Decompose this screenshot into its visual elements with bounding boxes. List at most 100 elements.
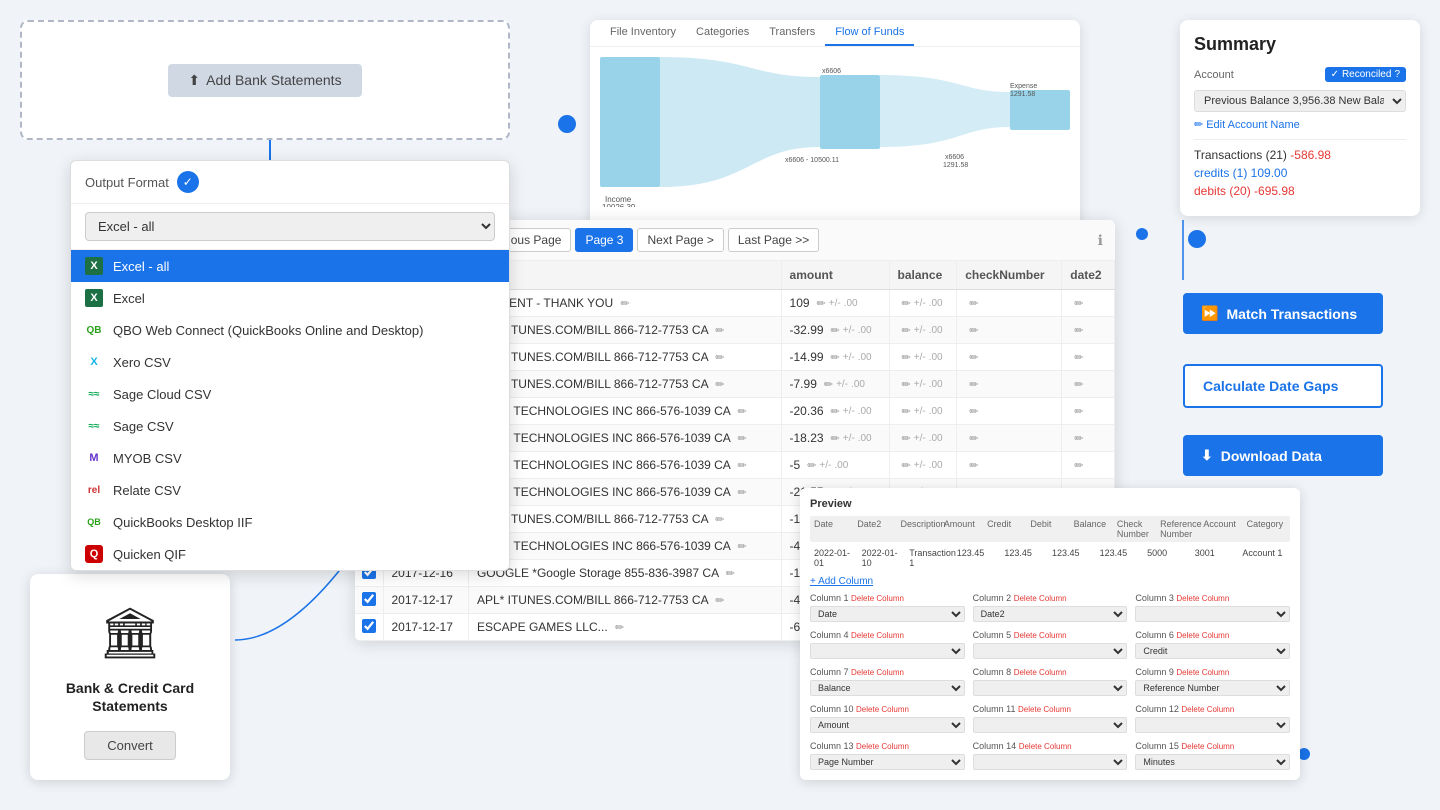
edit-icon: ✏	[1194, 118, 1203, 131]
format-item-qdesktop[interactable]: QB QuickBooks Desktop IIF	[71, 506, 509, 538]
cell-name: ESCAPE GAMES LLC... ✏	[468, 614, 781, 641]
col-item-5: Column 5 Delete Column	[973, 630, 1128, 659]
preview-col-date: Date	[814, 519, 853, 539]
col-amount[interactable]: amount	[781, 261, 889, 290]
convert-button[interactable]: Convert	[84, 731, 176, 760]
col-2-select[interactable]: Date2	[973, 606, 1128, 622]
cell-amount: -18.23✏+/-.00	[781, 425, 889, 452]
col-1-select[interactable]: Date	[810, 606, 965, 622]
output-format-panel: Output Format ✓ Excel - all X Excel - al…	[70, 160, 510, 571]
format-item-excel-all[interactable]: X Excel - all	[71, 250, 509, 282]
preview-col-checknum: Check Number	[1117, 519, 1156, 539]
format-item-qbo[interactable]: QB QBO Web Connect (QuickBooks Online an…	[71, 314, 509, 346]
tab-flow-of-funds[interactable]: Flow of Funds	[825, 20, 914, 46]
edit-name-icon[interactable]: ✏	[715, 352, 724, 364]
cell-balance: ✏+/-.00	[889, 425, 957, 452]
edit-name-icon[interactable]: ✏	[737, 406, 746, 418]
page3-button[interactable]: Page 3	[575, 228, 633, 252]
add-bank-statements-button[interactable]: ⬆ Add Bank Statements	[168, 64, 361, 97]
cell-name: APL* ITUNES.COM/BILL 866-712-7753 CA ✏	[468, 344, 781, 371]
tab-file-inventory[interactable]: File Inventory	[600, 20, 686, 46]
col-3-select[interactable]	[1135, 606, 1290, 622]
sage-icon: ≈≈	[85, 417, 103, 435]
format-item-quicken[interactable]: Q Quicken QIF	[71, 538, 509, 570]
svg-text:1291.58: 1291.58	[1010, 91, 1035, 98]
col-13-select[interactable]: Page Number	[810, 754, 965, 770]
check-mark: ✓	[1331, 69, 1339, 80]
summary-title: Summary	[1194, 34, 1406, 55]
cell-date2: ✏	[1062, 425, 1115, 452]
col-5-select[interactable]	[973, 643, 1128, 659]
connector-dot-2	[1136, 228, 1148, 240]
output-format-header: Output Format ✓	[71, 161, 509, 204]
edit-name-icon[interactable]: ✏	[715, 514, 724, 526]
tab-transfers[interactable]: Transfers	[759, 20, 825, 46]
format-item-sage[interactable]: ≈≈ Sage CSV	[71, 410, 509, 442]
match-transactions-button[interactable]: ⏩ Match Transactions	[1183, 293, 1383, 334]
output-select-row: Excel - all	[71, 204, 509, 250]
edit-name-icon[interactable]: ✏	[715, 595, 724, 607]
edit-name-icon[interactable]: ✏	[737, 433, 746, 445]
flow-panel: File Inventory Categories Transfers Flow…	[590, 20, 1080, 240]
col-14-select[interactable]	[973, 754, 1128, 770]
edit-name-icon[interactable]: ✏	[737, 541, 746, 553]
balance-select[interactable]: Previous Balance 3,956.38 New Balance To…	[1194, 90, 1406, 112]
debits-stat: debits (20) -695.98	[1194, 184, 1406, 198]
account-label: Account	[1194, 69, 1234, 81]
edit-name-icon[interactable]: ✏	[737, 460, 746, 472]
row-checkbox[interactable]	[362, 619, 376, 633]
download-data-button[interactable]: ⬇ Download Data	[1183, 435, 1383, 476]
last-page-button[interactable]: Last Page >>	[728, 228, 819, 252]
cell-checknumber: ✏	[957, 452, 1062, 479]
cell-amount: -7.99✏+/-.00	[781, 371, 889, 398]
edit-name-icon[interactable]: ✏	[726, 568, 735, 580]
cell-checknumber: ✏	[957, 290, 1062, 317]
cell-name: APL* ITUNES.COM/BILL 866-712-7753 CA ✏	[468, 506, 781, 533]
format-item-excel[interactable]: X Excel	[71, 282, 509, 314]
edit-name-icon[interactable]: ✏	[737, 487, 746, 499]
format-item-myob[interactable]: M MYOB CSV	[71, 442, 509, 474]
match-transactions-label: Match Transactions	[1226, 306, 1357, 322]
calculate-date-gaps-button[interactable]: Calculate Date Gaps	[1183, 364, 1383, 408]
info-icon: ℹ	[1098, 232, 1103, 249]
reconciled-label: Reconciled	[1342, 69, 1391, 80]
col-10-select[interactable]: Amount	[810, 717, 965, 733]
col-item-7: Column 7 Delete Column Balance	[810, 667, 965, 696]
edit-name-icon[interactable]: ✏	[615, 622, 624, 634]
col-balance[interactable]: balance	[889, 261, 957, 290]
col-name[interactable]: name	[468, 261, 781, 290]
cell-name: APL* ITUNES.COM/BILL 866-712-7753 CA ✏	[468, 371, 781, 398]
output-format-select[interactable]: Excel - all	[85, 212, 495, 241]
col-item-13: Column 13 Delete Column Page Number	[810, 741, 965, 770]
cell-balance: ✏+/-.00	[889, 290, 957, 317]
col-11-select[interactable]	[973, 717, 1128, 733]
cell-balance: ✏+/-.00	[889, 344, 957, 371]
col-8-select[interactable]	[973, 680, 1128, 696]
format-label-sage: Sage CSV	[113, 419, 174, 434]
col-9-select[interactable]: Reference Number	[1135, 680, 1290, 696]
preview-col-desc: Description	[901, 519, 940, 539]
myob-icon: M	[85, 449, 103, 467]
format-item-relate[interactable]: rel Relate CSV	[71, 474, 509, 506]
edit-name-icon[interactable]: ✏	[621, 298, 630, 310]
add-column-link[interactable]: + Add Column	[810, 576, 1290, 587]
col-checknumber[interactable]: checkNumber	[957, 261, 1062, 290]
row-checkbox[interactable]	[362, 592, 376, 606]
edit-account-link[interactable]: ✏ Edit Account Name	[1194, 118, 1406, 131]
col-15-select[interactable]: Minutes	[1135, 754, 1290, 770]
next-page-button[interactable]: Next Page >	[637, 228, 723, 252]
col-4-select[interactable]	[810, 643, 965, 659]
col-7-select[interactable]: Balance	[810, 680, 965, 696]
summary-account-row: Account ✓ Reconciled ?	[1194, 67, 1406, 82]
preview-data-row: 2022-01-01 2022-01-10 Transaction 1 123.…	[810, 546, 1290, 570]
format-item-xero[interactable]: X Xero CSV	[71, 346, 509, 378]
col-date2[interactable]: date2	[1062, 261, 1115, 290]
cell-amount: -20.36✏+/-.00	[781, 398, 889, 425]
col-12-select[interactable]	[1135, 717, 1290, 733]
cell-name: UBER TECHNOLOGIES INC 866-576-1039 CA ✏	[468, 479, 781, 506]
edit-name-icon[interactable]: ✏	[715, 325, 724, 337]
col-6-select[interactable]: Credit	[1135, 643, 1290, 659]
edit-name-icon[interactable]: ✏	[715, 379, 724, 391]
tab-categories[interactable]: Categories	[686, 20, 759, 46]
format-item-sage-cloud[interactable]: ≈≈ Sage Cloud CSV	[71, 378, 509, 410]
